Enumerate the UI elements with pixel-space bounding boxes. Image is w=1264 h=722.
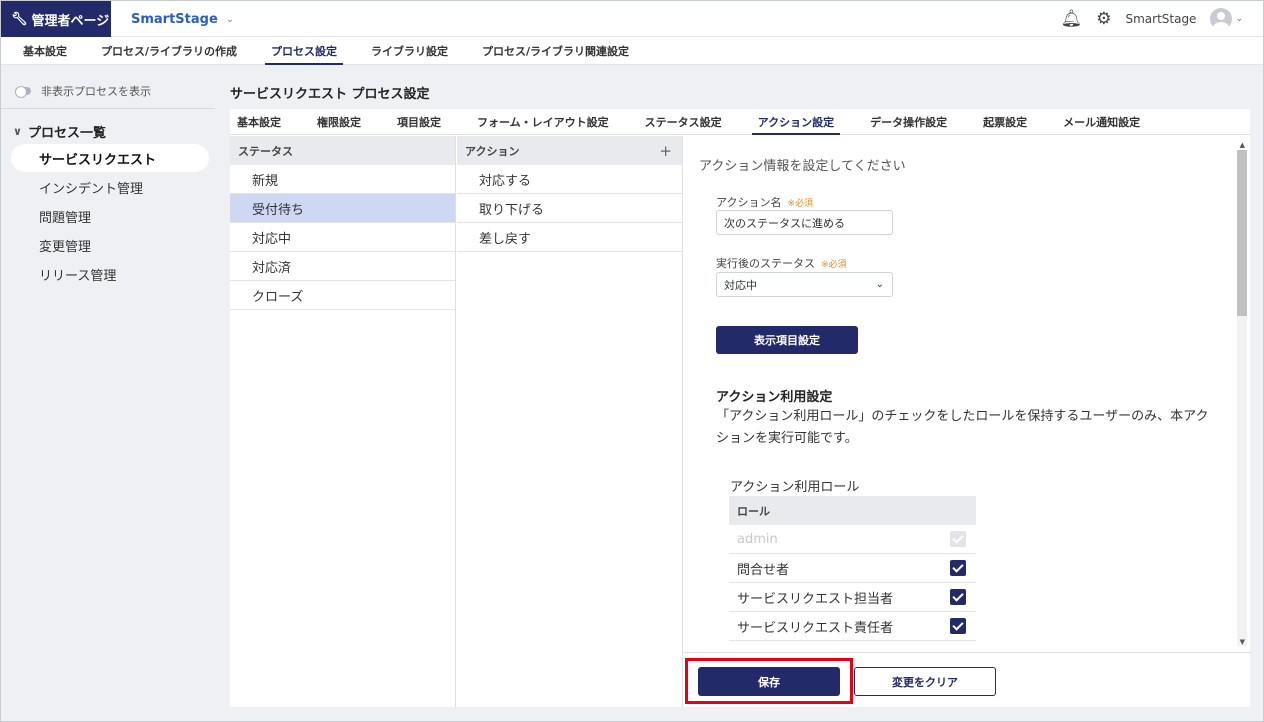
table-row: admin [729,525,976,554]
tab-permissions[interactable]: 権限設定 [317,109,361,135]
required-mark: ※必須 [821,260,847,270]
tab-status[interactable]: ステータス設定 [645,109,722,135]
next-status-value: 対応中 [724,278,757,292]
detail-scrollbar[interactable] [1237,150,1247,646]
status-row[interactable]: クローズ [230,281,455,310]
settings-panel: 基本設定 権限設定 項目設定 フォーム・レイアウト設定 ステータス設定 アクショ… [230,109,1250,707]
detail-hint: アクション情報を設定してください [699,159,906,174]
action-row[interactable]: 対応する [457,165,682,194]
tab-form-layout[interactable]: フォーム・レイアウト設定 [477,109,609,135]
toggle-switch[interactable] [15,86,31,98]
main-nav: 基本設定 プロセス/ライブラリの作成 プロセス設定 ライブラリ設定 プロセス/ラ… [1,37,1263,65]
next-status-select[interactable]: 対応中 ⌄ [716,272,893,297]
sidebar: 非表示プロセスを表示 ∨ プロセス一覧 サービスリクエスト インシデント管理 問… [1,66,215,721]
action-header-label: アクション [465,144,520,158]
status-column: ステータス 新規 受付待ち 対応中 対応済 クローズ [230,136,456,707]
display-items-button[interactable]: 表示項目設定 [716,326,858,354]
main-nav-library-settings[interactable]: ライブラリ設定 [371,37,448,65]
action-column: アクション + 対応する 取り下げる 差し戻す [457,136,683,707]
bell-icon[interactable]: 🔔︎ [1061,10,1083,28]
top-right-actions: 🔔︎ ⚙ SmartStage ⌄ [1061,1,1243,37]
tab-action[interactable]: アクション設定 [751,109,841,135]
status-row[interactable]: 対応中 [230,223,455,252]
action-name-label: アクション名 ※必須 [716,194,813,210]
sidebar-item-service-request[interactable]: サービスリクエスト [11,144,209,172]
chevron-down-icon: ⌄ [875,279,884,290]
role-table-label: アクション利用ロール [730,480,860,495]
table-row: サービスリクエスト責任者 [729,612,976,641]
tab-mail-notify[interactable]: メール通知設定 [1063,109,1140,135]
scrollbar-thumb[interactable] [1237,150,1247,316]
role-name: サービスリクエスト責任者 [737,620,894,636]
status-row[interactable]: 受付待ち [230,194,455,223]
tab-fields[interactable]: 項目設定 [397,109,441,135]
usage-settings-description: 「アクション利用ロール」のチェックをしたロールを保持するユーザーのみ、本アクショ… [716,409,1209,446]
status-header-label: ステータス [238,144,293,158]
process-list-label: プロセス一覧 [27,125,106,141]
role-table: ロール admin 問合せ者 サービスリクエスト担当者 サービスリクエスト責任者 [729,496,976,641]
main-nav-basic-settings[interactable]: 基本設定 [23,37,67,65]
role-checkbox[interactable] [950,589,966,605]
role-table-header: ロール [729,496,976,525]
save-button-highlight [685,658,853,704]
admin-page-label: 管理者ページ [31,13,110,29]
wrench-icon: 🔧︎ [11,11,28,27]
chevron-down-icon: ∨ [13,124,22,138]
clear-changes-button[interactable]: 変更をクリア [854,667,996,696]
action-row[interactable]: 取り下げる [457,194,682,223]
main-nav-process-settings[interactable]: プロセス設定 [265,37,344,65]
role-checkbox[interactable] [950,560,966,576]
next-status-label-text: 実行後のステータス [716,257,815,270]
tab-data-operation[interactable]: データ操作設定 [870,109,947,135]
user-name: SmartStage [1125,12,1197,26]
role-checkbox-disabled [950,531,966,547]
status-row[interactable]: 新規 [230,165,455,194]
next-status-label: 実行後のステータス ※必須 [716,255,847,271]
sidebar-item-release[interactable]: リリース管理 [11,260,209,288]
gear-icon[interactable]: ⚙ [1096,10,1111,28]
process-list-group[interactable]: ∨ プロセス一覧 [1,109,215,143]
top-bar: 🔧︎ 管理者ページ SmartStage ⌄ 🔔︎ ⚙ SmartStage ⌄ [1,1,1263,37]
action-detail: アクション情報を設定してください アクション名 ※必須 次のステータスに進める 実… [684,136,1250,652]
brand-label: SmartStage [131,11,218,27]
main-nav-create-process[interactable]: プロセス/ライブラリの作成 [101,37,237,65]
add-action-icon[interactable]: + [659,142,672,160]
table-row: サービスリクエスト担当者 [729,583,976,612]
role-checkbox[interactable] [950,618,966,634]
scroll-up-icon[interactable]: ▲ [1240,141,1245,149]
role-name: サービスリクエスト担当者 [737,591,894,607]
show-hidden-toggle-row[interactable]: 非表示プロセスを表示 [1,66,215,102]
avatar [1210,8,1233,30]
sub-tabs: 基本設定 権限設定 項目設定 フォーム・レイアウト設定 ステータス設定 アクショ… [230,109,1250,135]
action-column-header: アクション + [457,136,682,165]
tab-ticketing[interactable]: 起票設定 [983,109,1027,135]
chevron-down-icon: ⌄ [225,13,235,25]
show-hidden-label: 非表示プロセスを表示 [41,85,151,98]
tab-basic[interactable]: 基本設定 [237,109,281,135]
action-row[interactable]: 差し戻す [457,223,682,252]
page-title: サービスリクエスト プロセス設定 [230,87,430,102]
usage-settings-title: アクション利用設定 [716,390,833,405]
required-mark: ※必須 [787,199,813,209]
sidebar-item-change[interactable]: 変更管理 [11,231,209,259]
role-header-label: ロール [737,504,770,518]
user-menu[interactable]: ⌄ [1210,8,1243,30]
role-name: 問合せ者 [737,562,790,578]
brand-switcher[interactable]: SmartStage ⌄ [131,1,234,37]
table-row: 問合せ者 [729,554,976,583]
chevron-down-icon: ⌄ [1235,14,1243,24]
scroll-down-icon[interactable]: ▼ [1240,638,1245,646]
main-nav-related-settings[interactable]: プロセス/ライブラリ関連設定 [482,37,629,65]
status-row[interactable]: 対応済 [230,252,455,281]
action-name-input[interactable]: 次のステータスに進める [716,210,893,235]
status-column-header: ステータス [230,136,455,165]
role-name: admin [737,531,778,547]
admin-page-badge[interactable]: 🔧︎ 管理者ページ [1,1,111,37]
sidebar-item-incident[interactable]: インシデント管理 [11,173,209,201]
sidebar-item-problem[interactable]: 問題管理 [11,202,209,230]
action-name-label-text: アクション名 [716,196,782,209]
